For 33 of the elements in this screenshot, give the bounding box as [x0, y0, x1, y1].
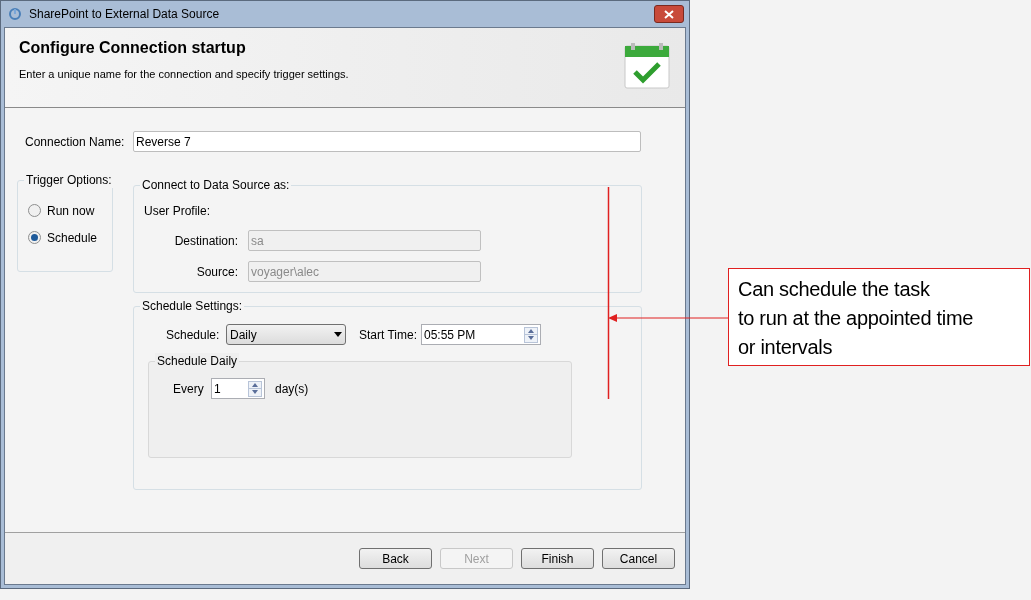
app-icon	[8, 7, 22, 21]
start-time-field[interactable]: 05:55 PM	[421, 324, 541, 345]
calendar-check-icon	[623, 42, 671, 90]
radio-option[interactable]: Schedule	[28, 224, 112, 251]
wizard-button[interactable]: Cancel	[602, 548, 675, 569]
schedule-dropdown[interactable]: Daily	[226, 324, 346, 345]
unit-label: day(s)	[275, 380, 309, 398]
annotation-text: to run at the appointed time	[738, 306, 975, 331]
spinner-icon[interactable]	[524, 326, 538, 343]
wizard-button[interactable]: Finish	[521, 548, 594, 569]
close-button[interactable]	[654, 5, 684, 23]
annotation-text: or intervals	[738, 335, 834, 360]
window-title: SharePoint to External Data Source	[29, 6, 220, 23]
field-label: Connection Name:	[25, 133, 126, 151]
every-number-field[interactable]: 1	[211, 378, 265, 399]
spinner-icon[interactable]	[248, 380, 262, 397]
group-title: Schedule Daily	[155, 353, 240, 369]
field-label: Every	[173, 380, 205, 398]
close-icon	[664, 9, 674, 19]
radio-option[interactable]: Run now	[28, 197, 112, 224]
dropdown-caret-icon	[334, 332, 342, 337]
field-label: Destination:	[173, 232, 239, 250]
field-label: Source:	[195, 263, 239, 281]
annotation-text: Can schedule the task	[738, 277, 931, 302]
wizard-button[interactable]: Back	[359, 548, 432, 569]
field-label: Schedule:	[166, 326, 221, 344]
group-title: Schedule Settings:	[140, 298, 245, 314]
page-subtitle: Enter a unique name for the connection and specify trigger settings.	[19, 67, 350, 82]
field-label: Start Time:	[359, 326, 418, 344]
connection-name-field[interactable]: Reverse 7	[133, 131, 641, 152]
user-profile-label: User Profile:	[144, 203, 212, 220]
group-title: Trigger Options:	[24, 172, 114, 188]
page-title: Configure Connection startup	[19, 38, 247, 58]
